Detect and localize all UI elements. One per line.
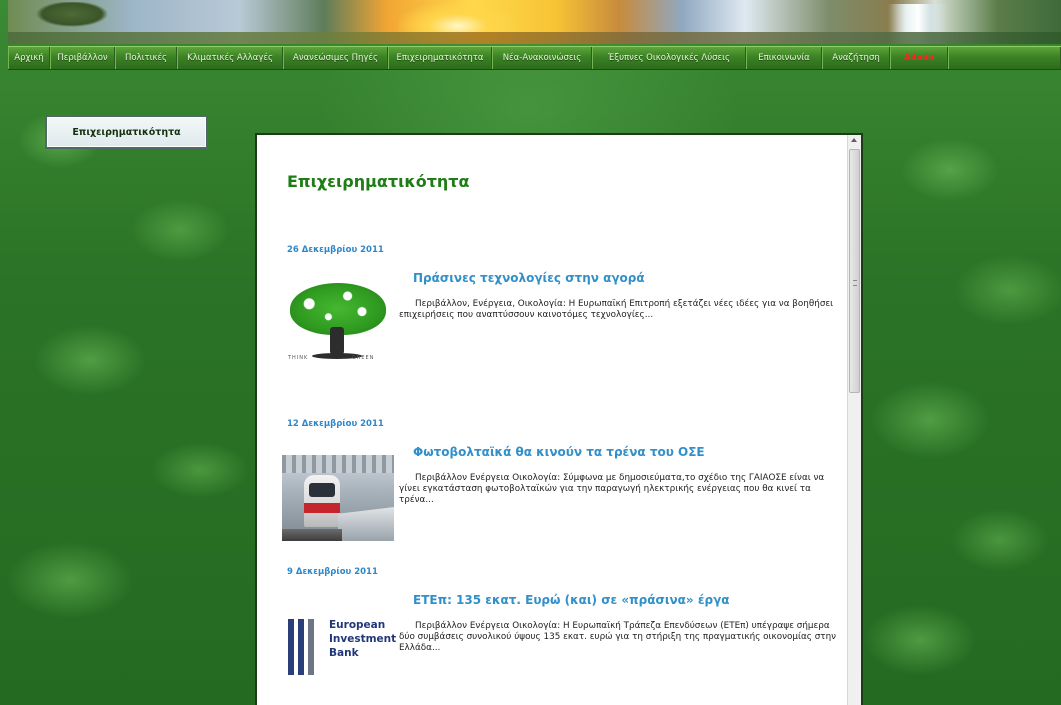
main-nav: Αρχική Περιβάλλον Πολιτικές Κλιματικές Α… bbox=[8, 46, 1061, 70]
nav-item-smart-eco-solutions[interactable]: Έξυπνες Οικολογικές Λύσεις bbox=[592, 47, 746, 69]
content-scrollbar[interactable] bbox=[847, 135, 861, 705]
header-banner bbox=[8, 0, 1061, 44]
station-roof bbox=[282, 455, 394, 473]
eib-logo-text: European bbox=[329, 619, 386, 631]
scrollbar-grip-icon bbox=[853, 280, 857, 286]
nav-item-renewables[interactable]: Ανανεώσιμες Πηγές bbox=[283, 47, 388, 69]
article-excerpt: Περιβάλλον Ενέργεια Οικολογία: Η Ευρωπαϊ… bbox=[399, 621, 837, 653]
article-date: 26 Δεκεμβρίου 2011 bbox=[287, 245, 384, 255]
nav-item-news[interactable]: Νέα-Ανακοινώσεις bbox=[492, 47, 592, 69]
banner-landscape-strip bbox=[8, 32, 1061, 44]
green-tree-thumbnail[interactable]: THINK GREEN bbox=[282, 281, 394, 367]
station-platform bbox=[338, 507, 394, 541]
nav-item-search[interactable]: Αναζήτηση bbox=[822, 47, 890, 69]
scrollbar-thumb[interactable] bbox=[849, 149, 860, 393]
article-date: 12 Δεκεμβρίου 2011 bbox=[287, 419, 384, 429]
thumbnail-word-green: GREEN bbox=[352, 355, 375, 361]
rail-track bbox=[282, 529, 342, 541]
scroll-up-arrow-icon[interactable] bbox=[851, 138, 857, 142]
eib-logo-text: Bank bbox=[329, 647, 359, 659]
train-thumbnail[interactable] bbox=[282, 455, 394, 541]
article-title-link[interactable]: Φωτοβολταϊκά θα κινούν τα τρένα του ΟΣΕ bbox=[413, 445, 705, 459]
nav-item-contact[interactable]: Επικοινωνία bbox=[746, 47, 822, 69]
content-panel: Επιχειρηματικότητα 26 Δεκεμβρίου 2011 Πρ… bbox=[255, 133, 863, 705]
nav-filler bbox=[948, 47, 1061, 69]
nav-item-home[interactable]: Αρχική bbox=[8, 47, 50, 69]
nav-item-environment[interactable]: Περιβάλλον bbox=[50, 47, 115, 69]
train-window bbox=[309, 483, 335, 497]
article-excerpt: Περιβάλλον Ενέργεια Οικολογία: Σύμφωνα μ… bbox=[399, 473, 825, 505]
nav-item-climate-change[interactable]: Κλιματικές Αλλαγές bbox=[177, 47, 283, 69]
train-red-stripe bbox=[304, 503, 340, 513]
eib-logo-bar bbox=[308, 619, 314, 675]
article-title-link[interactable]: Πράσινες τεχνολογίες στην αγορά bbox=[413, 271, 645, 285]
article-excerpt: Περιβάλλον, Ενέργεια, Οικολογία: Η Ευρωπ… bbox=[399, 299, 834, 320]
article-date: 9 Δεκεμβρίου 2011 bbox=[287, 567, 378, 577]
nav-item-admin[interactable]: Admin bbox=[890, 47, 948, 69]
eib-logo-text: Investment bbox=[329, 633, 397, 645]
article-title-link[interactable]: ΕΤΕπ: 135 εκατ. Ευρώ (και) σε «πράσινα» … bbox=[413, 593, 730, 607]
nav-item-entrepreneurship[interactable]: Επιχειρηματικότητα bbox=[388, 47, 492, 69]
eib-logo-thumbnail[interactable]: European Investment Bank bbox=[282, 615, 397, 701]
eib-logo-bar bbox=[298, 619, 304, 675]
eib-logo-bar bbox=[288, 619, 294, 675]
page-title: Επιχειρηματικότητα bbox=[287, 172, 470, 191]
thumbnail-word-think: THINK bbox=[288, 355, 309, 361]
sidebar-item-entrepreneurship[interactable]: Επιχειρηματικότητα bbox=[45, 115, 208, 149]
nav-item-policies[interactable]: Πολιτικές bbox=[115, 47, 177, 69]
